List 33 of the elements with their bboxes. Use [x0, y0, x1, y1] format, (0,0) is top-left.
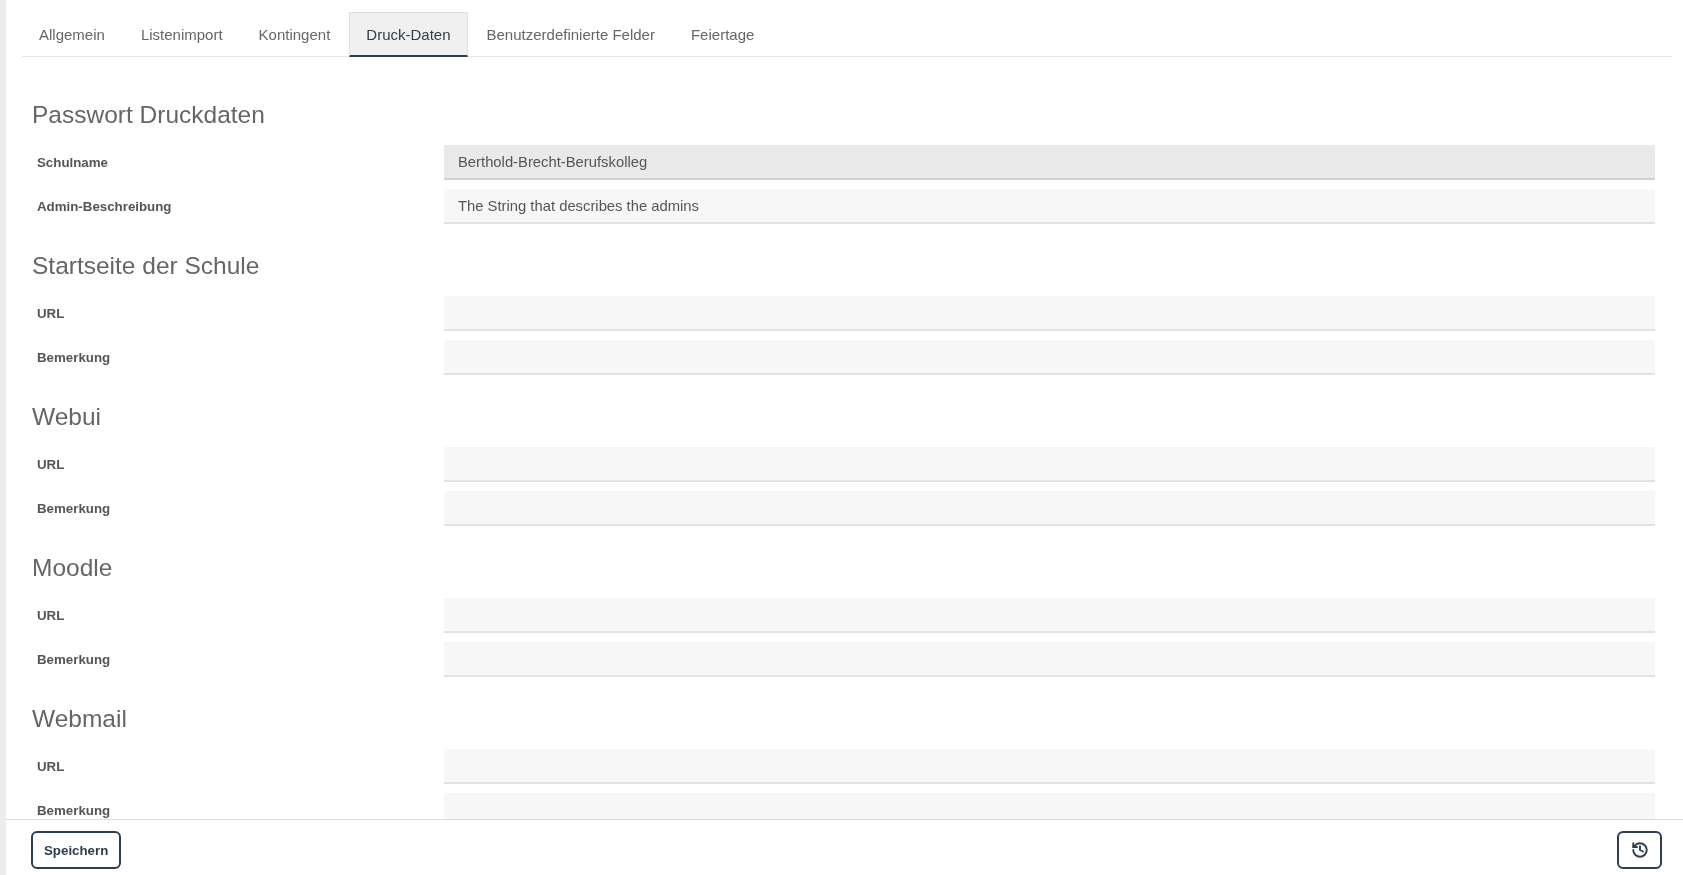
field-label: URL: [37, 306, 65, 322]
input-field[interactable]: [444, 793, 1655, 819]
tab[interactable]: Allgemein: [22, 12, 122, 57]
input-field[interactable]: [444, 340, 1655, 375]
tab[interactable]: Druck-Daten: [349, 12, 468, 57]
field-label: URL: [37, 759, 65, 775]
field-label: URL: [37, 457, 65, 473]
field-label: URL: [37, 608, 65, 624]
input-field[interactable]: [444, 598, 1655, 633]
input-field[interactable]: [444, 296, 1655, 331]
input-field[interactable]: [444, 642, 1655, 677]
tab[interactable]: Feiertage: [673, 12, 772, 57]
history-icon: [1630, 841, 1649, 859]
input-field[interactable]: The String that describes the admins: [444, 189, 1655, 224]
input-field[interactable]: [444, 447, 1655, 482]
section-heading: Startseite der Schule: [32, 251, 261, 281]
tab[interactable]: Benutzerdefinierte Felder: [469, 12, 672, 57]
history-button[interactable]: [1617, 831, 1662, 869]
field-label: Bemerkung: [37, 501, 111, 517]
field-label: Admin-Beschreibung: [37, 199, 172, 215]
save-button[interactable]: Speichern: [31, 831, 122, 869]
tab[interactable]: Kontingent: [241, 12, 348, 57]
input-field[interactable]: [444, 491, 1655, 526]
tab[interactable]: Listenimport: [123, 12, 240, 57]
section-heading: Moodle: [32, 553, 114, 583]
section-heading: Webmail: [32, 704, 128, 734]
section-heading: Passwort Druckdaten: [32, 100, 266, 130]
input-field[interactable]: [444, 749, 1655, 784]
field-label: Schulname: [37, 155, 108, 171]
field-label: Bemerkung: [37, 350, 111, 366]
field-label: Bemerkung: [37, 652, 111, 668]
section-heading: Webui: [32, 402, 102, 432]
field-label: Bemerkung: [37, 803, 111, 819]
